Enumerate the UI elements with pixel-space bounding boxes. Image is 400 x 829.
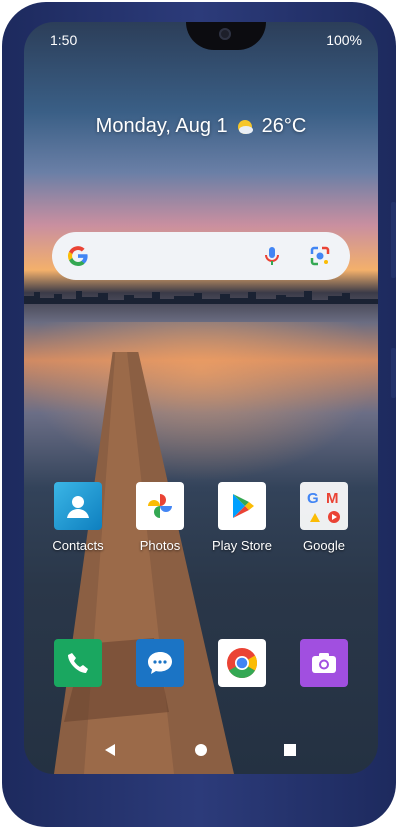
app-label: Play Store (212, 538, 272, 553)
nav-home-button[interactable] (191, 740, 211, 760)
back-icon (105, 744, 115, 756)
google-search-bar[interactable] (52, 232, 350, 280)
photos-icon (136, 482, 184, 530)
app-label: Photos (139, 538, 181, 553)
svg-text:G: G (307, 490, 319, 507)
camera-icon (312, 653, 336, 673)
contacts-icon (54, 482, 102, 530)
mic-icon[interactable] (260, 244, 284, 268)
widget-temperature: 26°C (261, 115, 307, 137)
dock-chrome[interactable] (218, 639, 266, 687)
nav-recents-button[interactable] (280, 740, 300, 760)
wallpaper-skyline (24, 291, 378, 304)
google-lens-icon[interactable] (308, 244, 332, 268)
chrome-icon (227, 648, 258, 679)
dock-camera[interactable] (300, 639, 348, 687)
status-battery: 100% (326, 32, 362, 48)
partly-sunny-icon (236, 118, 254, 136)
at-a-glance-widget[interactable]: Monday, Aug 1 26°C (24, 115, 378, 138)
nav-back-button[interactable] (100, 740, 120, 760)
widget-date: Monday, Aug 1 (95, 115, 228, 137)
power-button (391, 348, 396, 398)
dock-messages[interactable] (136, 639, 184, 687)
app-google-folder[interactable]: G M Google (286, 482, 362, 553)
wallpaper-pier (54, 352, 234, 774)
phone-frame: 1:50 100% Monday, Aug 1 26°C Contacts Ph… (2, 2, 396, 827)
app-label: Contacts (52, 538, 104, 553)
app-play-store[interactable]: Play Store (204, 482, 280, 553)
volume-button (391, 202, 396, 278)
status-time: 1:50 (50, 32, 78, 48)
app-contacts[interactable]: Contacts (40, 482, 116, 553)
google-folder-icon: G M (300, 482, 348, 530)
play-store-icon (218, 482, 266, 530)
app-label: Google (303, 538, 345, 553)
front-camera-icon (219, 28, 231, 40)
phone-icon (68, 653, 88, 673)
recents-icon (284, 744, 296, 756)
camera-notch (186, 22, 266, 50)
messages-icon (148, 652, 172, 674)
app-photos[interactable]: Photos (122, 482, 198, 553)
home-icon (195, 744, 207, 756)
home-screen: 1:50 100% Monday, Aug 1 26°C Contacts Ph… (24, 22, 378, 774)
google-g-icon (68, 246, 88, 266)
dock-phone[interactable] (54, 639, 102, 687)
svg-text:M: M (326, 490, 339, 507)
